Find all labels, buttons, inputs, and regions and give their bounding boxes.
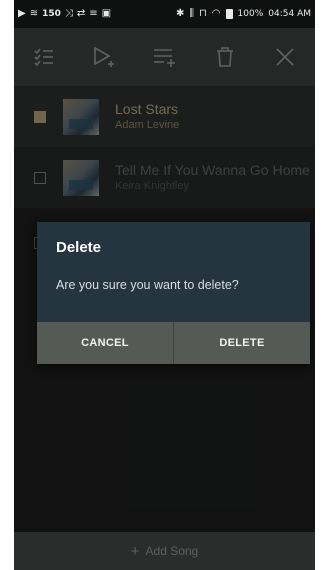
shuffle-icon: ⤨: [64, 8, 73, 19]
signal-icon: ≋: [29, 8, 39, 19]
plus-icon: +: [130, 542, 140, 560]
status-bar: ▶ ≋ 150 ⤨ ⇄ ≡ ▣ ✱ ⫼ ⊓ ◠ 100% 04:54 AM: [14, 0, 315, 28]
select-all-icon[interactable]: [26, 39, 62, 75]
signal-text: 150: [42, 9, 61, 19]
dialog-buttons: CANCEL DELETE: [37, 322, 310, 364]
delete-icon[interactable]: [207, 39, 243, 75]
add-song-label: Add Song: [145, 544, 199, 558]
eq-icon: ≡: [89, 8, 98, 19]
status-left: ▶ ≋ 150 ⤨ ⇄ ≡ ▣: [18, 8, 112, 20]
bluetooth-icon: ✱: [175, 8, 185, 19]
device-screen: ▶ ≋ 150 ⤨ ⇄ ≡ ▣ ✱ ⫼ ⊓ ◠ 100% 04:54 AM Lo…: [14, 0, 315, 570]
status-right: ✱ ⫼ ⊓ ◠ 100% 04:54 AM: [176, 9, 311, 19]
equalizer-icon: ⫼: [189, 8, 194, 19]
battery-icon: [225, 9, 233, 19]
delete-dialog: Delete Are you sure you want to delete? …: [37, 222, 310, 364]
dialog-title: Delete: [56, 239, 102, 256]
sd-card-icon: ▣: [101, 8, 112, 19]
cancel-button[interactable]: CANCEL: [37, 322, 174, 364]
add-to-playlist-icon[interactable]: [146, 39, 182, 75]
wifi-icon: ◠: [211, 8, 221, 19]
play-status-icon: ▶: [18, 8, 26, 19]
repeat-icon: ⇄: [76, 8, 86, 19]
lock-icon: ⊓: [198, 8, 207, 19]
close-icon[interactable]: [267, 39, 303, 75]
battery-percent: 100%: [237, 9, 264, 19]
toolbar: [14, 28, 315, 86]
play-next-icon[interactable]: [86, 39, 122, 75]
delete-button[interactable]: DELETE: [174, 322, 310, 364]
clock: 04:54 AM: [268, 9, 311, 19]
dialog-message: Are you sure you want to delete?: [56, 278, 239, 292]
add-song-button[interactable]: + Add Song: [14, 532, 315, 570]
